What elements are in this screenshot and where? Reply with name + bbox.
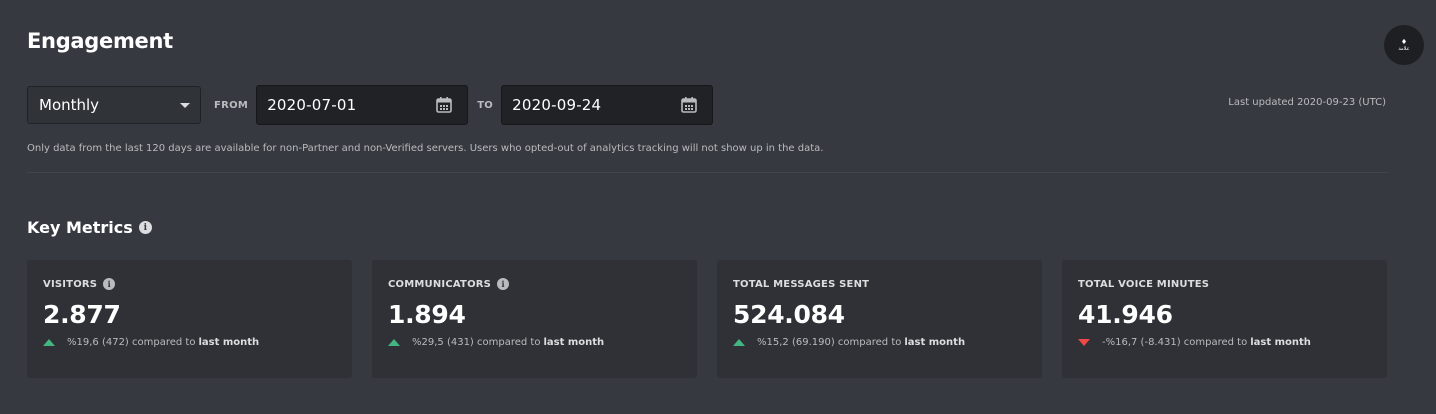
metric-label-text: TOTAL MESSAGES SENT [733, 278, 870, 290]
triangle-up-icon [733, 339, 745, 346]
metric-value: 524.084 [733, 300, 845, 329]
date-range-controls: Monthly FROM 2020-07-01 TO 2020-09-24 [27, 85, 714, 125]
metric-value: 2.877 [43, 300, 121, 329]
metric-delta-period: last month [543, 337, 605, 348]
from-label: FROM [214, 99, 249, 111]
metric-label: TOTAL VOICE MINUTES [1078, 277, 1371, 291]
metric-delta-period: last month [198, 337, 260, 348]
metric-card-communicators: COMMUNICATORS i 1.894 %29,5 (431) compar… [372, 260, 697, 378]
period-select-value: Monthly [39, 96, 100, 114]
info-icon[interactable]: i [497, 278, 510, 290]
key-metrics-title: Key Metrics [27, 218, 133, 237]
last-updated-text: Last updated 2020-09-23 (UTC) [1228, 97, 1386, 108]
metric-label-text: TOTAL VOICE MINUTES [1078, 278, 1210, 290]
from-date-value: 2020-07-01 [267, 96, 357, 114]
metric-label: TOTAL MESSAGES SENT [733, 277, 1026, 291]
metric-card-visitors: VISITORS i 2.877 %19,6 (472) compared to… [27, 260, 352, 378]
triangle-up-icon [43, 339, 55, 346]
metric-delta-period: last month [1250, 337, 1311, 348]
metric-label: COMMUNICATORS i [388, 277, 681, 291]
metric-label-text: COMMUNICATORS [388, 278, 492, 290]
triangle-down-icon [1078, 339, 1090, 346]
to-date-value: 2020-09-24 [512, 96, 602, 114]
to-label: TO [477, 99, 494, 111]
metric-delta-text: %29,5 (431) compared to [412, 337, 541, 348]
calendar-icon[interactable] [435, 96, 453, 114]
info-icon[interactable]: i [103, 278, 116, 290]
metric-card-total-voice-minutes: TOTAL VOICE MINUTES 41.946 -%16,7 (-8.43… [1062, 260, 1387, 378]
key-metrics-heading: Key Metrics i [27, 218, 152, 237]
metric-delta: %29,5 (431) compared to last month [388, 337, 681, 348]
metric-delta: %15,2 (69.190) compared to last month [733, 337, 1026, 348]
metric-label: VISITORS i [43, 277, 336, 291]
data-availability-note: Only data from the last 120 days are ava… [27, 143, 824, 154]
divider [27, 172, 1388, 173]
triangle-up-icon [388, 339, 400, 346]
calendar-icon[interactable] [680, 96, 698, 114]
from-date-input[interactable]: 2020-07-01 [256, 85, 469, 125]
metric-label-text: VISITORS [43, 278, 98, 290]
avatar-glyph: ♦ [1400, 38, 1408, 46]
metric-delta-text: %15,2 (69.190) compared to [757, 337, 902, 348]
info-icon[interactable]: i [138, 221, 152, 234]
metric-value: 1.894 [388, 300, 466, 329]
metric-value: 41.946 [1078, 300, 1173, 329]
period-select[interactable]: Monthly [27, 86, 201, 124]
avatar-caption: علامة [1398, 46, 1410, 52]
metric-cards: VISITORS i 2.877 %19,6 (472) compared to… [27, 260, 1387, 378]
metric-delta: %19,6 (472) compared to last month [43, 337, 336, 348]
metric-delta: -%16,7 (-8.431) compared to last month [1078, 337, 1371, 348]
metric-delta-period: last month [904, 337, 966, 348]
avatar[interactable]: ♦ علامة [1384, 25, 1424, 65]
engagement-page: Engagement ♦ علامة Monthly FROM 2020-07-… [0, 0, 1436, 414]
metric-delta-text: -%16,7 (-8.431) compared to [1102, 337, 1248, 348]
to-date-input[interactable]: 2020-09-24 [501, 85, 714, 125]
metric-delta-text: %19,6 (472) compared to [67, 337, 196, 348]
chevron-down-icon [180, 102, 190, 108]
page-title: Engagement [27, 29, 173, 53]
metric-card-total-messages-sent: TOTAL MESSAGES SENT 524.084 %15,2 (69.19… [717, 260, 1042, 378]
